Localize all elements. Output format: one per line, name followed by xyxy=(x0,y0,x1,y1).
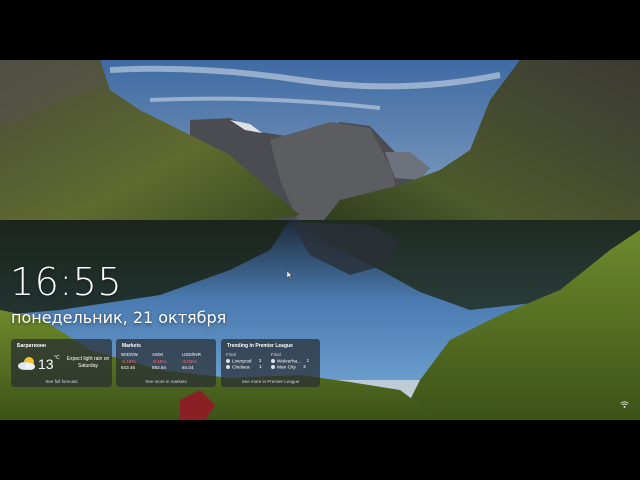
team-crest-icon xyxy=(226,359,230,363)
match-team-row: Liverpool 2 xyxy=(226,359,261,364)
market-change: -0.15% xyxy=(121,358,136,364)
market-value: 643.46 xyxy=(121,365,136,371)
match-team-row: Chelsea 1 xyxy=(226,365,262,370)
weather-temperature: 13 xyxy=(38,356,54,372)
match-team-row: Wolverha... 1 xyxy=(271,359,309,364)
weather-forecast-link[interactable]: See full forecast xyxy=(11,379,112,384)
market-symbol: USD/INR xyxy=(182,352,201,357)
match-team-row: Man City 2 xyxy=(271,365,306,370)
team-name: Wolverha... xyxy=(277,359,302,365)
sports-widget[interactable]: Trending in Premier League Final Final L… xyxy=(221,339,320,387)
weather-widget[interactable]: Багратионн 13 °C Expect light rain on Sa… xyxy=(11,339,112,387)
team-name: Liverpool xyxy=(232,359,252,365)
lock-screen[interactable]: 16:55 понедельник, 21 октября Багратионн… xyxy=(0,60,640,420)
team-name: Chelsea xyxy=(232,365,250,371)
sports-title: Trending in Premier League xyxy=(227,343,293,349)
market-symbol: WIDOW xyxy=(121,352,138,357)
market-symbol: AMXI xyxy=(152,352,164,357)
market-column: WIDOW -0.15% 643.46 xyxy=(121,352,138,372)
team-score: 2 xyxy=(303,365,306,371)
match-status: Final xyxy=(226,352,236,357)
team-crest-icon xyxy=(226,365,230,369)
match-status: Final xyxy=(271,352,281,357)
markets-title: Markets xyxy=(122,343,141,349)
lock-screen-time: 16:55 xyxy=(10,260,123,304)
lock-screen-date: понедельник, 21 октября xyxy=(11,308,227,327)
team-score: 1 xyxy=(306,359,310,365)
team-crest-icon xyxy=(271,365,275,369)
team-crest-icon xyxy=(271,359,275,363)
market-value: 592.94 xyxy=(152,365,167,371)
market-column: AMXI -0.15% 592.94 xyxy=(152,352,167,372)
market-column: USD/INR -0.03% 84.04 xyxy=(182,352,201,372)
team-score: 2 xyxy=(258,359,262,365)
team-score: 1 xyxy=(258,365,262,371)
weather-unit: °C xyxy=(54,355,60,361)
markets-link[interactable]: See more in markets xyxy=(116,379,216,384)
weather-description: Expect light rain on Saturday xyxy=(66,356,110,369)
team-name: Man City xyxy=(277,365,296,371)
market-change: -0.03% xyxy=(182,358,197,364)
weather-location: Багратионн xyxy=(17,343,46,349)
sports-link[interactable]: See more in Premier League xyxy=(221,379,320,384)
markets-widget[interactable]: Markets WIDOW -0.15% 643.46 AMXI -0.15% … xyxy=(116,339,216,387)
market-value: 84.04 xyxy=(182,365,194,371)
market-change: -0.15% xyxy=(152,358,167,364)
partly-cloudy-icon xyxy=(18,357,35,370)
wifi-icon[interactable] xyxy=(620,401,629,408)
cursor-icon xyxy=(287,271,292,279)
